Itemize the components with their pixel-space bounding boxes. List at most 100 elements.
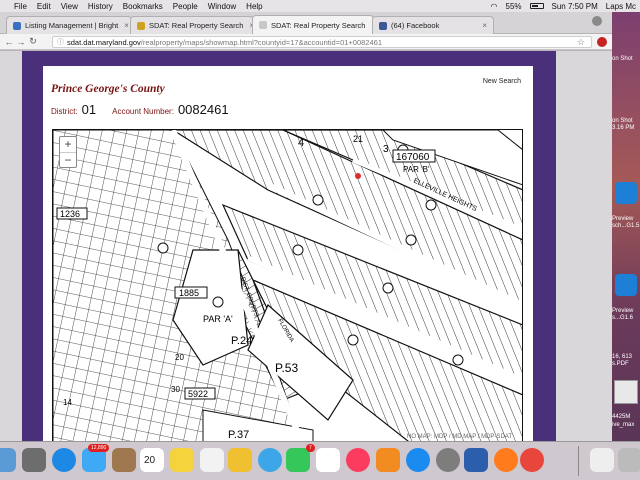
chrome-icon[interactable] <box>520 448 544 472</box>
facebook-favicon <box>379 21 387 30</box>
url-host: sdat.dat.maryland.gov <box>67 37 141 47</box>
tab-listing-management[interactable]: Listing Management | Bright × <box>6 16 132 34</box>
desktop-file-label[interactable]: on Shot <box>612 56 633 62</box>
district-label: District: <box>51 107 78 116</box>
page-margin-right <box>556 51 612 441</box>
tab-label: (64) Facebook <box>391 21 440 30</box>
facetime-badge: 7 <box>306 444 315 452</box>
battery-icon[interactable] <box>529 3 544 9</box>
menu-edit[interactable]: Edit <box>37 2 51 11</box>
forward-icon[interactable]: → <box>15 37 27 47</box>
menu-file[interactable]: File <box>14 2 27 11</box>
map-label-1885: 1885 <box>179 288 199 298</box>
stop-icon[interactable] <box>597 37 607 47</box>
map-label-parcel-box: 167060 <box>396 152 430 163</box>
desktop-file-label[interactable]: sch...G1.5 <box>612 223 639 229</box>
map-lot-marker <box>312 194 324 206</box>
menu-help[interactable]: Help <box>246 2 262 11</box>
reminders-icon[interactable] <box>200 448 224 472</box>
close-icon[interactable]: × <box>118 21 129 30</box>
desktop-file-label[interactable]: on Shot <box>612 118 633 124</box>
map-label-par-b: PAR 'B' <box>403 165 430 174</box>
map-label-1236: 1236 <box>60 209 80 219</box>
desktop-file-label[interactable]: 16, 613 <box>612 354 632 360</box>
map-lot-marker <box>405 234 417 246</box>
reload-icon[interactable]: ↻ <box>27 36 39 47</box>
charts-icon[interactable] <box>316 448 340 472</box>
trash-icon[interactable] <box>618 448 640 472</box>
tab-facebook[interactable]: (64) Facebook × <box>372 16 494 34</box>
menu-window[interactable]: Window <box>208 2 236 11</box>
desktop-file-label[interactable]: s...G1.6 <box>612 315 633 321</box>
bookmark-star-icon[interactable]: ☆ <box>577 37 585 48</box>
map-label-20: 20 <box>175 353 184 362</box>
wifi-icon[interactable]: ◠ <box>491 2 498 11</box>
menu-history[interactable]: History <box>88 2 113 11</box>
property-map-card: Prince George's County New Search Distri… <box>43 66 533 441</box>
dock-separator <box>578 446 579 476</box>
subject-property-marker[interactable] <box>355 173 361 179</box>
music-icon[interactable] <box>346 448 370 472</box>
tab-label: SDAT: Real Property Search <box>149 21 244 30</box>
tax-map[interactable]: + − 167060 PAR 'B' 1236 1885 5922 PAR 'A… <box>52 129 523 441</box>
messages-icon[interactable] <box>258 448 282 472</box>
desktop-file-label[interactable]: 3.16 PM <box>612 125 634 131</box>
battery-percent[interactable]: 55% <box>506 2 522 11</box>
profile-icon[interactable] <box>592 16 602 26</box>
new-search-link[interactable]: New Search <box>483 78 521 85</box>
keynote-icon[interactable] <box>464 448 488 472</box>
safari-icon[interactable] <box>52 448 76 472</box>
mail-badge: 12,890 <box>88 444 110 452</box>
map-label-par-a: PAR 'A' <box>203 314 233 324</box>
map-lot-marker <box>347 334 359 346</box>
documents-icon[interactable] <box>590 448 614 472</box>
listing-favicon <box>13 21 21 30</box>
desktop-file-label[interactable]: Preview <box>612 216 633 222</box>
document-thumbnail[interactable] <box>614 380 638 404</box>
info-icon[interactable]: ⓘ <box>57 37 64 47</box>
preview-file-icon[interactable] <box>615 274 637 296</box>
desktop-edge: on Shot on Shot 3.16 PM Preview sch...G1… <box>612 12 640 442</box>
menu-clock[interactable]: Sun 7:50 PM <box>552 2 598 11</box>
launchpad-icon[interactable] <box>22 448 46 472</box>
zoom-control: + − <box>59 136 77 168</box>
desktop-file-label[interactable]: Preview <box>612 308 633 314</box>
desktop-file-label[interactable]: s.PDF <box>612 361 629 367</box>
books-icon[interactable] <box>376 448 400 472</box>
photos-icon[interactable] <box>228 448 252 472</box>
map-label-30: 30 <box>171 385 180 394</box>
facetime-icon[interactable] <box>286 448 310 472</box>
map-label-14: 14 <box>63 398 72 407</box>
map-label-21: 21 <box>353 134 363 144</box>
desktop-file-label[interactable]: ive_max <box>612 422 634 428</box>
firefox-icon[interactable] <box>494 448 518 472</box>
back-icon[interactable]: ← <box>3 37 15 47</box>
tab-label: Listing Management | Bright <box>25 21 119 30</box>
tab-strip: Listing Management | Bright × SDAT: Real… <box>0 12 612 34</box>
close-icon[interactable]: × <box>476 21 487 30</box>
tab-sdat-active[interactable]: SDAT: Real Property Search × <box>252 15 374 34</box>
page-favicon <box>259 21 267 29</box>
dock: 12,890 7 20 <box>0 441 640 480</box>
map-label-3: 3 <box>383 144 389 155</box>
notes-icon[interactable] <box>170 448 194 472</box>
menu-people[interactable]: People <box>173 2 198 11</box>
appstore-icon[interactable] <box>406 448 430 472</box>
tab-sdat-1[interactable]: SDAT: Real Property Search × <box>130 16 254 34</box>
map-label-p24: P.24 <box>231 335 252 347</box>
user-name[interactable]: Laps Mc <box>606 2 636 11</box>
tab-label: SDAT: Real Property Search <box>271 20 366 30</box>
preview-file-icon[interactable] <box>615 182 637 204</box>
zoom-in-button[interactable]: + <box>60 137 76 152</box>
map-label-5922: 5922 <box>188 389 208 399</box>
map-lot-marker <box>292 244 304 256</box>
menu-view[interactable]: View <box>61 2 78 11</box>
preferences-icon[interactable] <box>436 448 460 472</box>
desktop-file-label[interactable]: 4425M <box>612 414 630 420</box>
address-bar[interactable]: ⓘ sdat.dat.maryland.gov /realproperty/ma… <box>52 36 592 48</box>
contacts-icon[interactable] <box>112 448 136 472</box>
zoom-out-button[interactable]: − <box>60 152 76 167</box>
finder-icon[interactable] <box>0 448 16 472</box>
menu-bar: File Edit View History Bookmarks People … <box>0 0 640 12</box>
menu-bookmarks[interactable]: Bookmarks <box>123 2 163 11</box>
